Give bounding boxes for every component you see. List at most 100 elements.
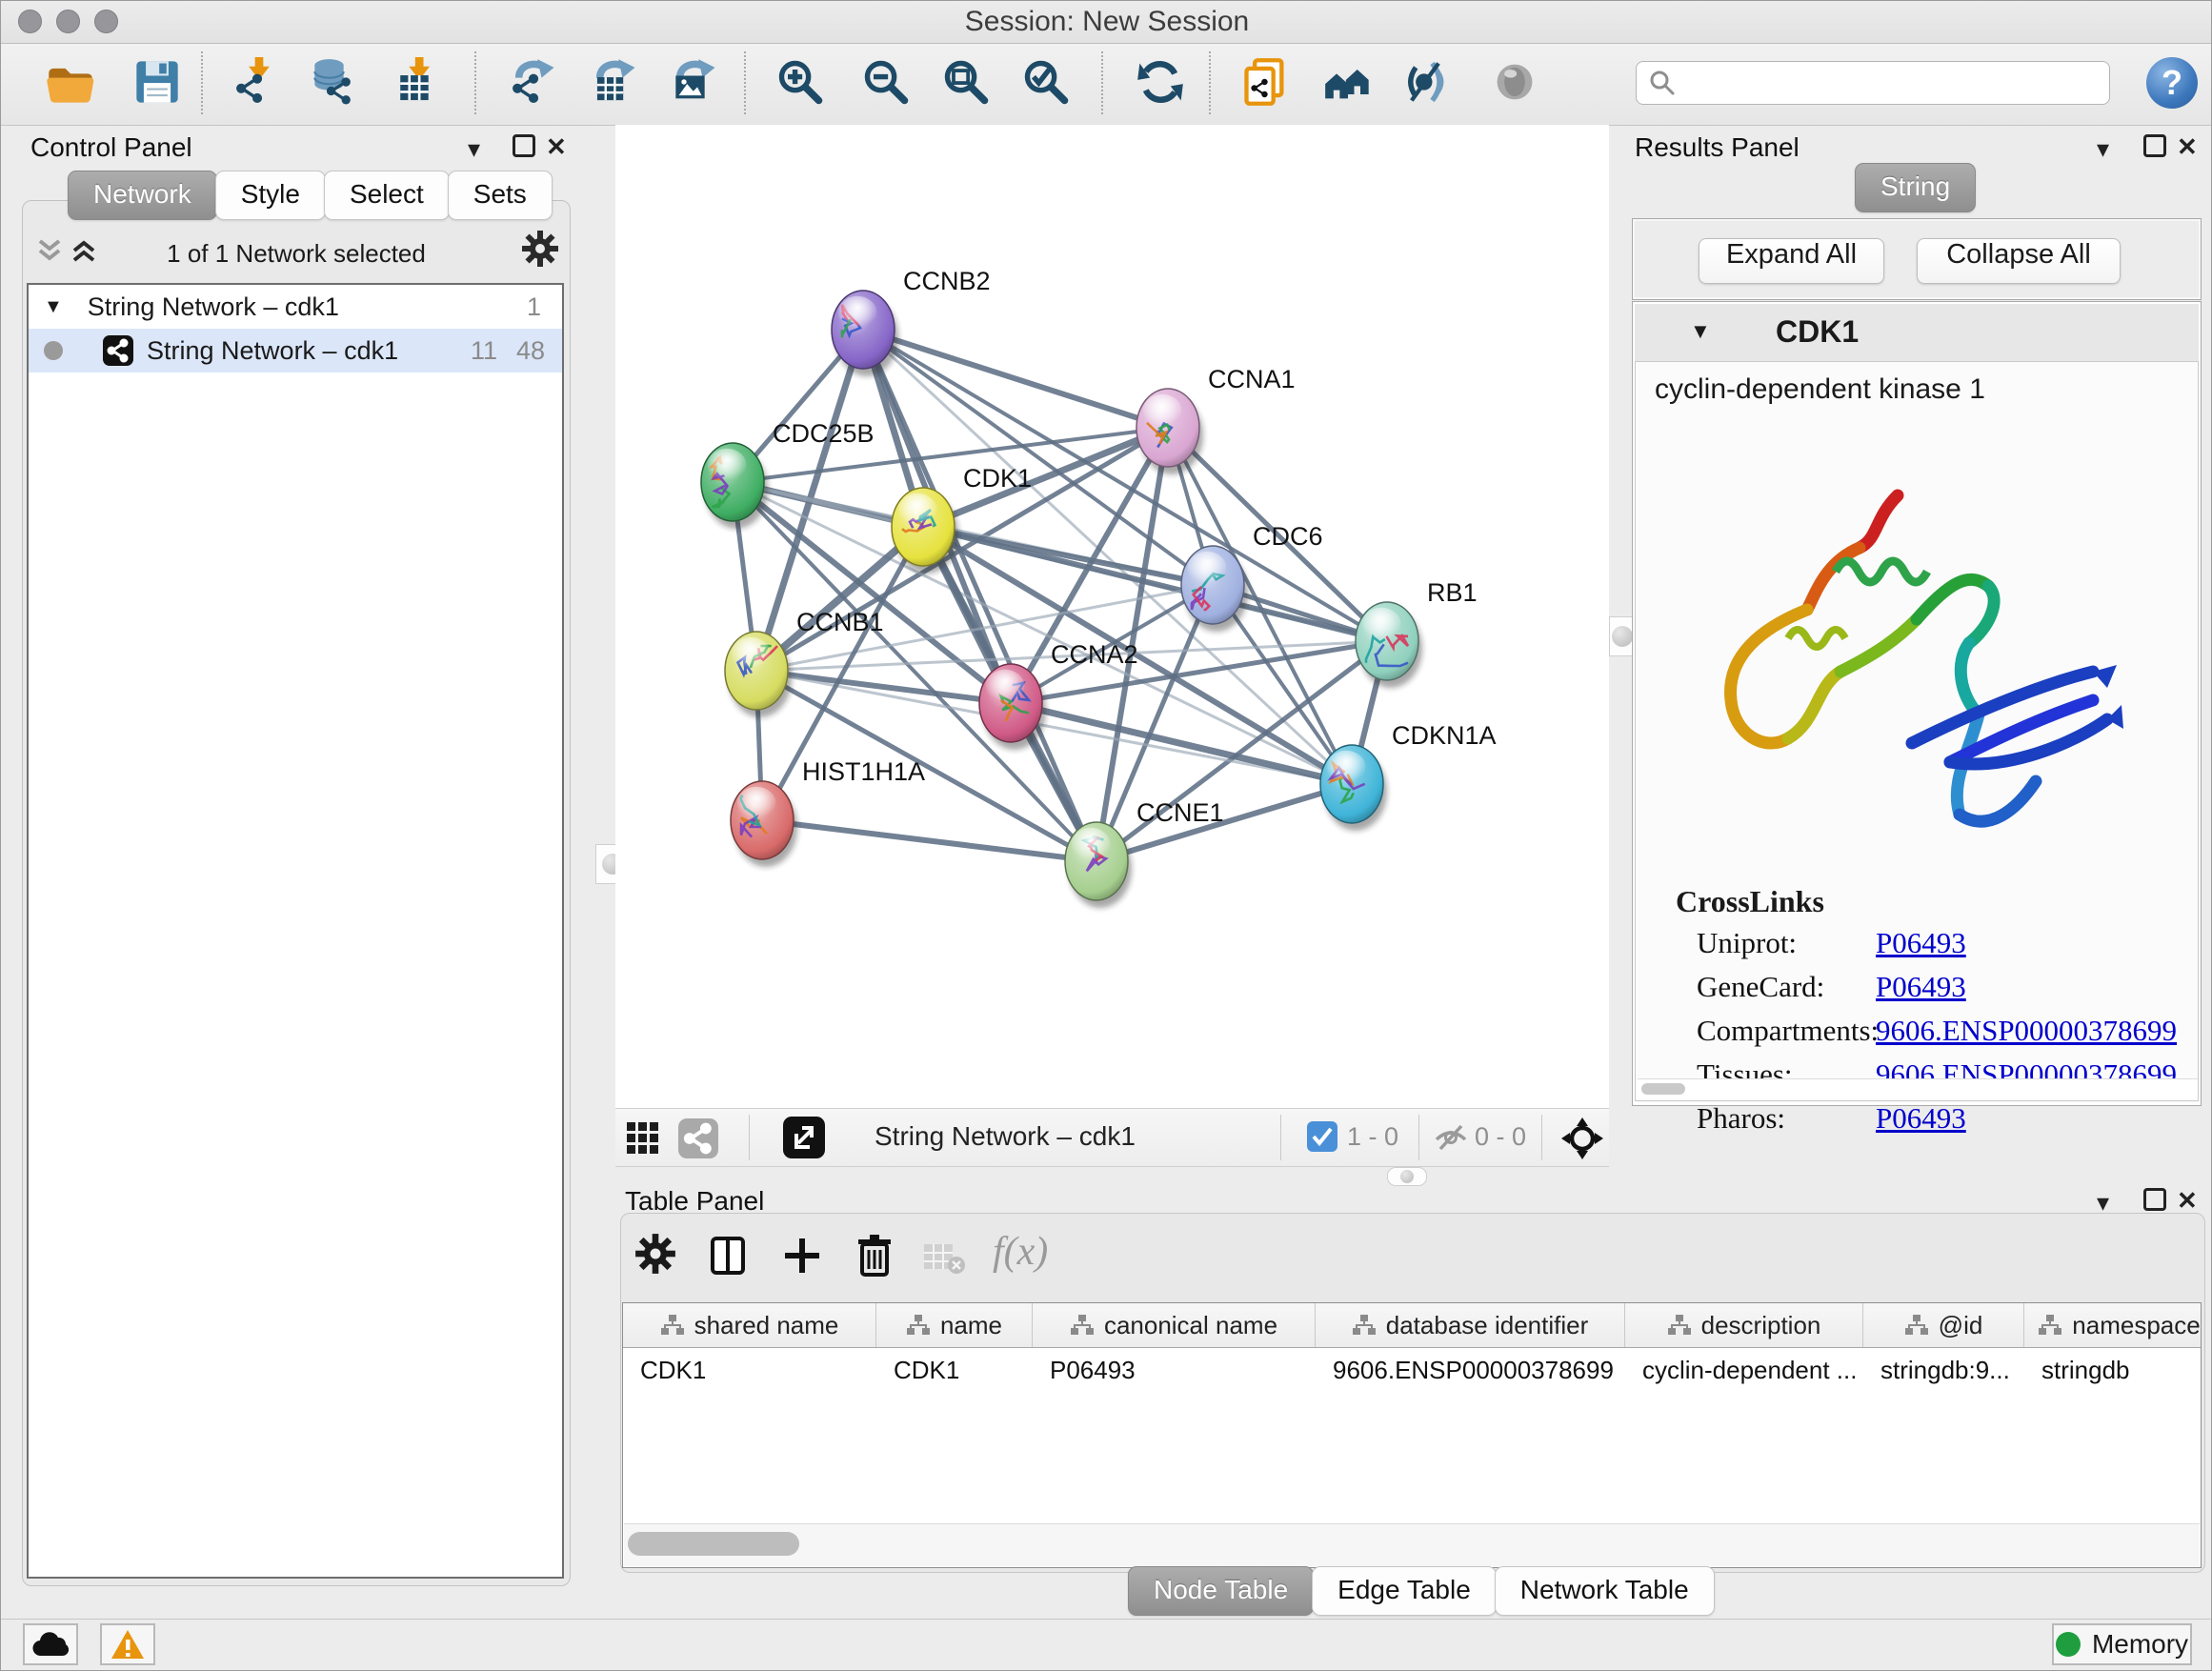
tab-edge-table[interactable]: Edge Table [1312,1566,1497,1616]
refresh-network-icon[interactable] [1136,57,1189,111]
cloud-button[interactable] [23,1623,78,1665]
results-panel-float-icon[interactable] [2143,134,2166,164]
network-snapshot-icon[interactable] [1240,57,1294,111]
collapse-section-icon[interactable]: ▼ [1690,319,1711,344]
table-cell[interactable]: cyclin-dependent ... [1625,1348,1863,1392]
network-share-icon[interactable] [678,1118,718,1158]
table-cell[interactable]: stringdb:9... [1863,1348,2024,1392]
selected-checkbox-icon[interactable] [1307,1121,1337,1152]
tab-select[interactable]: Select [324,171,450,220]
memory-button[interactable]: Memory [2052,1623,2192,1665]
collapse-all-networks-icon[interactable] [35,235,64,272]
add-column-icon[interactable] [781,1235,823,1281]
crosslinks-hscrollbar[interactable] [1638,1078,2198,1098]
import-network-icon[interactable] [234,57,288,111]
network-row[interactable]: String Network – cdk1 11 48 [29,329,562,372]
edge-CCNB2-CCNA1[interactable] [863,330,1168,428]
tab-node-table[interactable]: Node Table [1128,1566,1314,1616]
edge-HIST1H1A-CCNE1[interactable] [762,820,1096,861]
table-cell[interactable]: stringdb [2024,1348,2202,1392]
hidden-node-edge-counts: 0 - 0 [1475,1122,1526,1152]
bottom-splitter-handle[interactable] [1387,1167,1427,1186]
control-panel-close-icon[interactable]: ✕ [546,132,567,162]
table-settings-gear-icon[interactable] [634,1233,676,1284]
tab-style[interactable]: Style [215,171,326,220]
zoom-fit-icon[interactable] [941,57,995,111]
column-header-namespace[interactable]: namespace [2024,1303,2202,1347]
crosslink-link[interactable]: P06493 [1876,970,1966,1004]
import-table-icon[interactable] [392,57,446,111]
table-cell[interactable]: P06493 [1033,1348,1316,1392]
table-cell[interactable]: CDK1 [876,1348,1033,1392]
node-CCNA2[interactable] [979,664,1046,750]
protein-section-header[interactable]: ▼ CDK1 [1635,304,2199,362]
export-table-icon[interactable] [592,57,645,111]
export-network-icon[interactable] [511,57,564,111]
crosslink-link[interactable]: P06493 [1876,1101,1966,1136]
network-canvas[interactable]: CCNB2CCNA1CDC25BCDK1CDC6RB1CCNB1CCNA2CDK… [615,125,1609,1108]
column-header-database-identifier[interactable]: database identifier [1316,1303,1625,1347]
table-cell[interactable]: CDK1 [623,1348,876,1392]
delete-column-trash-icon[interactable] [854,1233,895,1283]
show-columns-icon[interactable] [707,1235,749,1281]
open-session-icon[interactable] [46,57,99,111]
node-RB1[interactable] [1356,602,1422,688]
node-CDK1[interactable] [892,488,958,574]
tab-network[interactable]: Network [68,171,217,220]
zoom-in-icon[interactable] [775,57,829,111]
crosslink-label: Uniprot: [1697,926,1876,960]
grid-view-icon[interactable] [625,1120,661,1161]
birds-eye-crosshair-icon[interactable] [1560,1117,1604,1165]
column-header-name[interactable]: name [876,1303,1033,1347]
search-input[interactable] [1677,68,2109,99]
table-cell[interactable]: 9606.ENSP00000378699 [1316,1348,1625,1392]
control-panel-float-icon[interactable] [513,134,535,164]
crosslink-link[interactable]: P06493 [1876,926,1966,960]
search-box[interactable] [1636,61,2110,105]
tab-sets[interactable]: Sets [448,171,553,220]
expand-all-networks-icon[interactable] [70,235,98,272]
home-icon[interactable] [1323,57,1377,111]
column-header-shared-name[interactable]: shared name [623,1303,876,1347]
tab-network-table[interactable]: Network Table [1495,1566,1715,1616]
node-CDC6[interactable] [1181,546,1248,632]
table-panel-close-icon[interactable]: ✕ [2177,1186,2198,1216]
export-image-icon[interactable] [672,57,725,111]
expand-all-button[interactable]: Expand All [1699,238,1884,284]
edge-CDKN1A-CCNE1[interactable] [1096,784,1352,861]
node-CCNB2[interactable] [832,291,898,376]
table-hscrollbar-thumb[interactable] [628,1532,799,1556]
network-options-gear-icon[interactable] [521,230,559,272]
import-database-icon[interactable] [311,57,364,111]
column-header-canonical-name[interactable]: canonical name [1033,1303,1316,1347]
table-row[interactable]: CDK1CDK1P064939606.ENSP00000378699cyclin… [623,1348,2201,1392]
crosslink-link[interactable]: 9606.ENSP00000378699 [1876,1014,2177,1048]
column-header-description[interactable]: description [1625,1303,1863,1347]
tab-string[interactable]: String [1855,163,1976,212]
edge-CCNA2-CDKN1A[interactable] [1011,703,1352,784]
edge-CCNB2-RB1[interactable] [863,330,1387,641]
hide-graphics-details-icon[interactable] [1401,57,1455,111]
help-button[interactable]: ? [2146,57,2198,109]
node-label-CCNA2: CCNA2 [1051,640,1138,669]
open-in-window-icon[interactable] [783,1117,825,1158]
node-HIST1H1A[interactable] [731,781,797,867]
node-CCNE1[interactable] [1065,822,1132,908]
birds-eye-view-icon[interactable] [1490,57,1543,111]
window-title: Session: New Session [1,6,2212,38]
results-panel-close-icon[interactable]: ✕ [2177,132,2198,162]
tree-expander-icon[interactable]: ▼ [44,296,63,318]
zoom-selected-icon[interactable] [1021,57,1075,111]
network-collection-row[interactable]: ▼ String Network – cdk1 1 [29,285,562,329]
table-hscrollbar[interactable] [624,1523,2200,1566]
cloud-icon [31,1631,70,1658]
results-panel-collapse-icon[interactable]: ▾ [2097,134,2109,164]
save-session-icon[interactable] [132,57,186,111]
zoom-out-icon[interactable] [861,57,915,111]
control-panel-collapse-icon[interactable]: ▾ [468,134,480,164]
node-table[interactable]: shared namenamecanonical namedatabase id… [622,1302,2202,1568]
node-CDKN1A[interactable] [1320,745,1387,831]
warnings-button[interactable] [100,1623,155,1665]
collapse-all-button[interactable]: Collapse All [1917,238,2121,284]
column-header-@id[interactable]: @id [1863,1303,2024,1347]
